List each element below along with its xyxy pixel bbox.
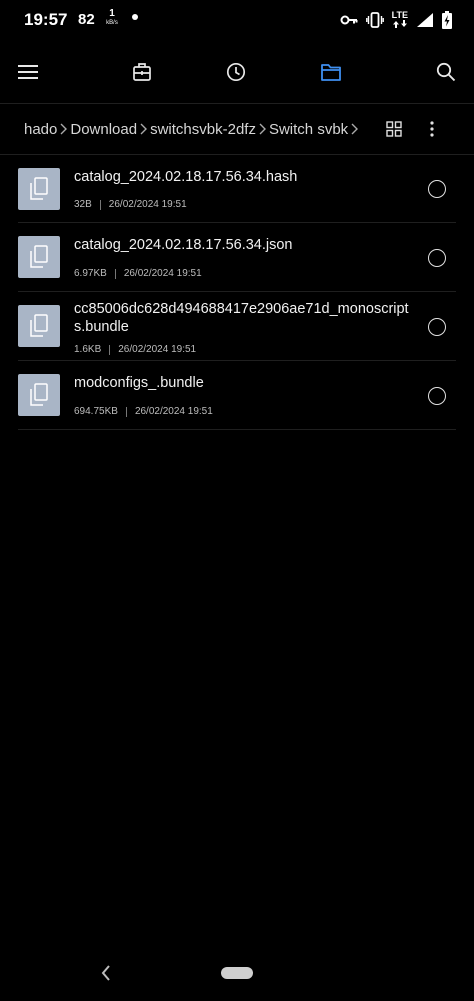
file-size: 1.6KB (74, 344, 102, 355)
file-date: 26/02/2024 19:51 (134, 406, 213, 417)
key-icon (340, 15, 358, 25)
clock-icon (226, 62, 246, 82)
file-icon (18, 374, 60, 416)
file-name: catalog_2024.02.18.17.56.34.json (74, 237, 293, 253)
status-icons: LTE (340, 10, 452, 30)
search-icon (436, 62, 456, 82)
back-icon[interactable] (98, 964, 114, 982)
file-date: 26/02/2024 19:51 (108, 199, 187, 210)
file-icon (18, 305, 60, 347)
breadcrumb-item-switchsvbk-2dfz[interactable]: switchsvbk-2dfz (150, 121, 256, 138)
select-radio[interactable] (428, 180, 446, 198)
grid-view-button[interactable] (380, 115, 408, 143)
chevron-right-icon (60, 123, 68, 135)
file-meta: 32B 26/02/2024 19:51 (74, 199, 187, 210)
more-vertical-icon (430, 121, 434, 137)
file-meta: 694.75KB 26/02/2024 19:51 (74, 406, 213, 417)
breadcrumb-item-download[interactable]: Download (70, 121, 137, 138)
network-type: LTE (392, 10, 408, 30)
chevron-right-icon (259, 123, 266, 135)
briefcase-icon (133, 63, 151, 81)
file-name: cc85006dc628d494688417e2906ae71d_monoscr… (74, 301, 409, 335)
file-meta: 6.97KB 26/02/2024 19:51 (74, 268, 202, 279)
select-radio[interactable] (428, 318, 446, 336)
file-size: 694.75KB (74, 406, 118, 417)
select-radio[interactable] (428, 387, 446, 405)
file-name: catalog_2024.02.18.17.56.34.hash (74, 169, 298, 185)
select-radio[interactable] (428, 249, 446, 267)
search-button[interactable] (432, 58, 460, 86)
status-bar: 19:57 82 1 kB/s LTE (0, 0, 474, 40)
breadcrumb-divider (0, 154, 474, 155)
files-button[interactable] (317, 58, 345, 86)
network-speed: 1 kB/s (102, 8, 122, 27)
home-gesture-pill[interactable] (221, 967, 253, 979)
file-row[interactable]: modconfigs_.bundle 694.75KB 26/02/2024 19… (18, 374, 456, 430)
file-date: 26/02/2024 19:51 (123, 268, 202, 279)
chevron-right-icon (351, 123, 359, 135)
network-speed-value: 1 (109, 8, 115, 19)
file-row[interactable]: catalog_2024.02.18.17.56.34.json 6.97KB 2… (18, 236, 456, 292)
signal-icon (417, 13, 433, 27)
file-meta: 1.6KB 26/02/2024 19:51 (74, 344, 196, 355)
file-row[interactable]: catalog_2024.02.18.17.56.34.hash 32B 26/0… (18, 168, 456, 223)
file-date: 26/02/2024 19:51 (118, 344, 197, 355)
status-time: 19:57 (24, 10, 68, 29)
notification-dot-icon (132, 14, 138, 20)
toolbar (0, 50, 474, 94)
network-speed-unit: kB/s (106, 20, 118, 26)
data-arrows-icon (392, 19, 407, 28)
recent-button[interactable] (222, 58, 250, 86)
chevron-right-icon (140, 123, 148, 135)
folder-icon (321, 64, 341, 81)
breadcrumb: hado Download switchsvbk-2dfz Switch svb… (24, 104, 374, 154)
file-size: 32B (74, 199, 92, 210)
breadcrumb-item-switch-svbk[interactable]: Switch svbk (269, 121, 348, 138)
file-name: modconfigs_.bundle (74, 375, 204, 391)
menu-icon (18, 65, 38, 79)
file-icon (18, 168, 60, 210)
battery-charging-icon (442, 11, 452, 29)
menu-button[interactable] (14, 58, 42, 86)
breadcrumb-bar: hado Download switchsvbk-2dfz Switch svb… (0, 104, 474, 154)
grid-view-icon (386, 121, 402, 137)
notification-count: 82 (78, 11, 95, 28)
categories-button[interactable] (128, 58, 156, 86)
vibrate-icon (365, 12, 384, 28)
more-options-button[interactable] (418, 115, 446, 143)
file-icon (18, 236, 60, 278)
breadcrumb-item-hado[interactable]: hado (24, 121, 57, 138)
file-size: 6.97KB (74, 268, 107, 279)
file-row[interactable]: cc85006dc628d494688417e2906ae71d_monoscr… (18, 300, 456, 361)
